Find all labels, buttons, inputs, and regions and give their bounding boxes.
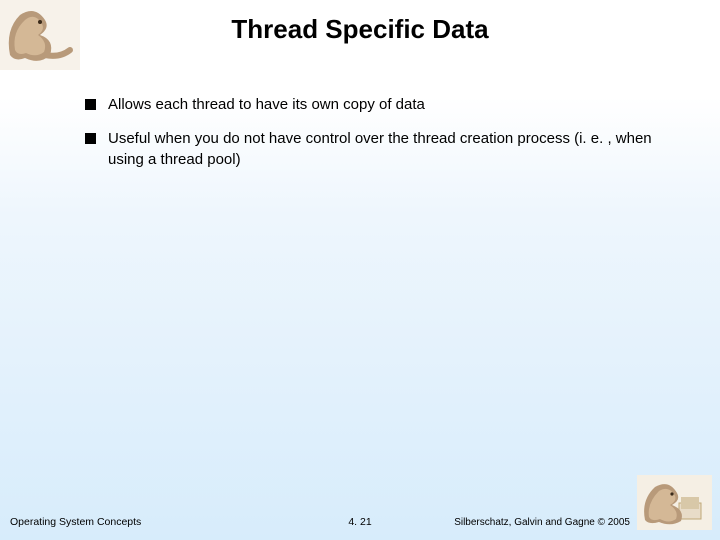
dinosaur-logo-bottom xyxy=(637,475,712,530)
bullet-text: Allows each thread to have its own copy … xyxy=(108,95,680,115)
slide: Thread Specific Data Allows each thread … xyxy=(0,0,720,540)
content-area: Allows each thread to have its own copy … xyxy=(85,95,680,184)
footer: Operating System Concepts 4. 21 Silbersc… xyxy=(0,508,720,528)
bullet-item: Useful when you do not have control over… xyxy=(85,129,680,170)
bullet-item: Allows each thread to have its own copy … xyxy=(85,95,680,115)
square-bullet-icon xyxy=(85,133,96,144)
slide-title: Thread Specific Data xyxy=(0,14,720,45)
bullet-text: Useful when you do not have control over… xyxy=(108,129,680,170)
square-bullet-icon xyxy=(85,99,96,110)
footer-copyright: Silberschatz, Galvin and Gagne © 2005 xyxy=(454,517,630,528)
